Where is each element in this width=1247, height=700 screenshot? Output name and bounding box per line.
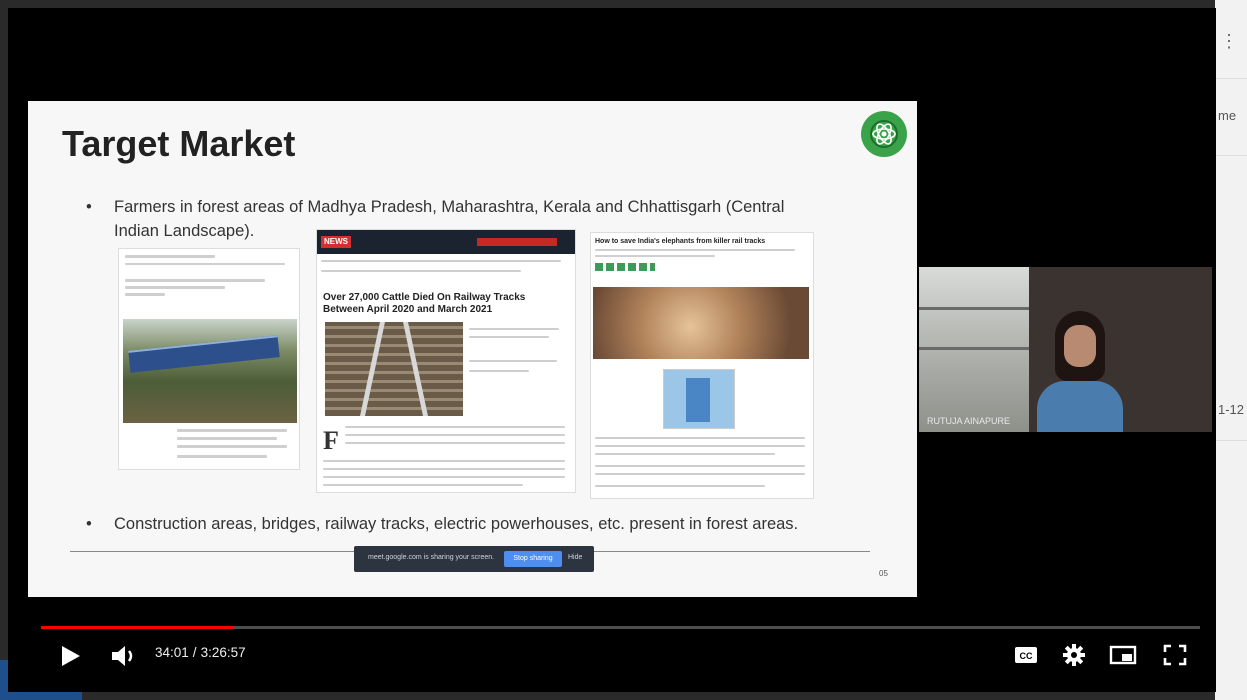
play-icon[interactable] bbox=[60, 644, 82, 668]
presenter-person bbox=[1037, 311, 1123, 432]
duration: 3:26:57 bbox=[200, 645, 246, 660]
bullet-text: Construction areas, bridges, railway tra… bbox=[114, 515, 799, 533]
current-time: 34:01 bbox=[155, 645, 189, 660]
svg-text:CC: CC bbox=[1020, 651, 1033, 661]
bullet-dot: • bbox=[86, 198, 92, 216]
more-options-icon[interactable]: ⋮ bbox=[1220, 32, 1238, 50]
side-text: me bbox=[1218, 108, 1237, 123]
divider bbox=[1215, 440, 1247, 441]
page-background bbox=[1215, 0, 1247, 700]
fullscreen-icon[interactable] bbox=[1163, 644, 1187, 666]
article-headline: How to save India's elephants from kille… bbox=[595, 238, 766, 245]
bullet-dot: • bbox=[86, 515, 92, 533]
participant-name: RUTUJA AINAPURE bbox=[927, 416, 1011, 426]
railway-track-photo bbox=[325, 322, 463, 416]
webcam-feed: RUTUJA AINAPURE bbox=[919, 267, 1212, 432]
company-logo bbox=[861, 111, 907, 157]
bullet-item: • Construction areas, bridges, railway t… bbox=[86, 512, 874, 536]
slide-page-number: 05 bbox=[879, 569, 888, 578]
share-status-text: meet.google.com is sharing your screen. bbox=[368, 554, 495, 561]
news-screenshot: How to save India's elephants from kille… bbox=[590, 232, 814, 499]
divider bbox=[1215, 78, 1247, 79]
progress-fill bbox=[41, 626, 234, 629]
volume-icon[interactable] bbox=[110, 643, 138, 669]
train-photo bbox=[123, 319, 297, 423]
settings-icon[interactable] bbox=[1062, 643, 1086, 667]
news-screenshot: NEWS Over 27,000 Cattle Died On Railway … bbox=[316, 229, 576, 493]
stop-sharing-button[interactable]: Stop sharing bbox=[504, 551, 562, 567]
side-text: 1-12 bbox=[1218, 402, 1245, 417]
article-headline: Over 27,000 Cattle Died On Railway Track… bbox=[323, 292, 526, 315]
news-screenshot bbox=[118, 248, 300, 470]
progress-bar[interactable] bbox=[41, 626, 1200, 629]
hide-button[interactable]: Hide bbox=[568, 554, 582, 561]
infographic-image bbox=[663, 369, 735, 429]
time-display: 34:01/3:26:57 bbox=[155, 645, 246, 660]
slide-title: Target Market bbox=[62, 123, 296, 164]
miniplayer-icon[interactable] bbox=[1109, 645, 1137, 665]
screen-share-bar: meet.google.com is sharing your screen. … bbox=[354, 546, 594, 572]
divider bbox=[1215, 155, 1247, 156]
captions-icon[interactable]: CC bbox=[1014, 646, 1038, 664]
presentation-slide: Target Market • Farmers in forest areas … bbox=[28, 101, 917, 597]
elephant-photo bbox=[593, 287, 809, 359]
atom-icon bbox=[870, 120, 898, 148]
